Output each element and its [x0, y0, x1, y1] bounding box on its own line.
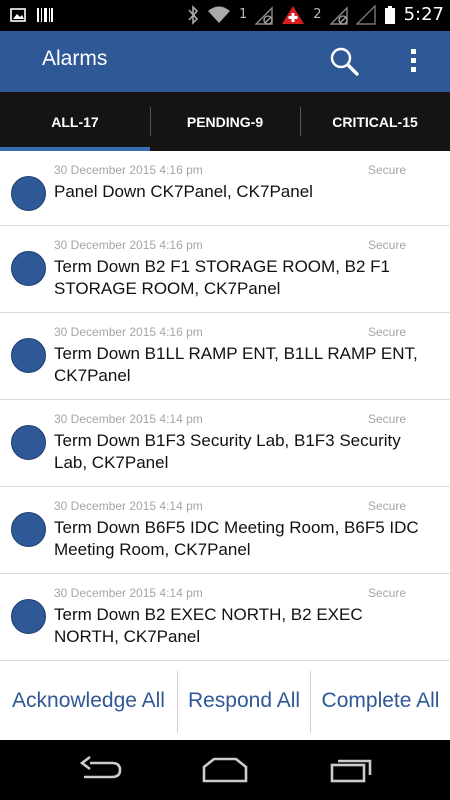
- respond-all-label: Respond All: [187, 689, 301, 712]
- alarm-status-dot: [11, 176, 46, 211]
- alarm-row[interactable]: 30 December 2015 4:14 pm Secure Term Dow…: [0, 574, 450, 661]
- swiss-flag-icon: [282, 5, 305, 24]
- tab-pending-label: PENDING-9: [186, 113, 264, 130]
- complete-all-label: Complete All: [321, 689, 440, 712]
- alarm-status-dot: [11, 512, 46, 547]
- app-bar: Alarms: [0, 31, 450, 92]
- status-bar: 1 2 5:27: [0, 0, 450, 31]
- bluetooth-icon: [188, 4, 199, 25]
- alarm-status: Secure: [367, 499, 406, 513]
- acknowledge-all-label: Acknowledge All: [12, 689, 165, 712]
- status-time: 5:27: [403, 4, 444, 25]
- alarm-status-dot: [11, 251, 46, 286]
- alarm-status: Secure: [367, 325, 406, 339]
- back-icon: [79, 755, 122, 779]
- alarm-status: Secure: [367, 238, 406, 252]
- recents-icon: [330, 759, 372, 783]
- alarm-timestamp: 30 December 2015 4:16 pm: [54, 325, 203, 339]
- overflow-menu-button[interactable]: [404, 45, 424, 77]
- home-button[interactable]: [200, 755, 250, 789]
- alarm-tabs: ALL-17 PENDING-9 CRITICAL-15: [0, 92, 450, 151]
- alarm-row[interactable]: 30 December 2015 4:16 pm Secure Term Dow…: [0, 313, 450, 400]
- battery-icon: [384, 5, 395, 24]
- alarm-status-dot: [11, 599, 46, 634]
- tab-all-label: ALL-17: [51, 113, 99, 130]
- alarm-message: Term Down B1LL RAMP ENT, B1LL RAMP ENT, …: [54, 344, 418, 385]
- alarm-status-dot: [11, 338, 46, 373]
- alarm-row[interactable]: 30 December 2015 4:16 pm Secure Panel Do…: [0, 151, 450, 226]
- tab-pending[interactable]: PENDING-9: [150, 92, 300, 151]
- alarm-row[interactable]: 30 December 2015 4:14 pm Secure Term Dow…: [0, 400, 450, 487]
- alarm-row[interactable]: 30 December 2015 4:16 pm Secure Term Dow…: [0, 226, 450, 313]
- alarm-timestamp: 30 December 2015 4:16 pm: [54, 238, 203, 252]
- tab-critical[interactable]: CRITICAL-15: [300, 92, 450, 151]
- tab-divider: [150, 107, 151, 136]
- search-button[interactable]: [328, 45, 360, 77]
- system-nav-bar: [0, 740, 450, 800]
- acknowledge-all-button[interactable]: Acknowledge All: [0, 661, 177, 741]
- tab-divider: [300, 107, 301, 136]
- overflow-menu-icon: [411, 49, 416, 72]
- alarm-status: Secure: [367, 586, 406, 600]
- page-title: Alarms: [42, 47, 108, 70]
- alarm-row[interactable]: 30 December 2015 4:14 pm Secure Term Dow…: [0, 487, 450, 574]
- sim2-number: 2: [313, 7, 322, 22]
- alarm-timestamp: 30 December 2015 4:14 pm: [54, 499, 203, 513]
- alarm-status-dot: [11, 425, 46, 460]
- alarm-message: Panel Down CK7Panel, CK7Panel: [54, 182, 313, 201]
- alarm-message: Term Down B2 F1 STORAGE ROOM, B2 F1 STOR…: [54, 257, 390, 298]
- back-button[interactable]: [76, 755, 124, 789]
- alarm-message: Term Down B2 EXEC NORTH, B2 EXEC NORTH, …: [54, 605, 363, 646]
- search-icon: [330, 47, 359, 76]
- no-signal-icon: [329, 5, 348, 25]
- alarm-timestamp: 30 December 2015 4:14 pm: [54, 412, 203, 426]
- bulk-action-bar: Acknowledge All Respond All Complete All: [0, 660, 450, 741]
- alarm-list: 30 December 2015 4:16 pm Secure Panel Do…: [0, 151, 450, 661]
- barcode-icon: [37, 8, 53, 22]
- sim1-number: 1: [239, 7, 248, 22]
- alarm-message: Term Down B1F3 Security Lab, B1F3 Securi…: [54, 431, 401, 472]
- tab-critical-label: CRITICAL-15: [332, 113, 418, 130]
- image-icon: [10, 8, 26, 22]
- alarm-timestamp: 30 December 2015 4:14 pm: [54, 586, 203, 600]
- complete-all-button[interactable]: Complete All: [311, 661, 450, 741]
- recents-button[interactable]: [328, 755, 374, 789]
- alarm-status: Secure: [367, 412, 406, 426]
- wifi-icon: [208, 6, 231, 23]
- alarm-status: Secure: [367, 163, 406, 177]
- tab-all[interactable]: ALL-17: [0, 92, 150, 151]
- alarm-timestamp: 30 December 2015 4:16 pm: [54, 163, 203, 177]
- alarm-message: Term Down B6F5 IDC Meeting Room, B6F5 ID…: [54, 518, 419, 559]
- respond-all-button[interactable]: Respond All: [178, 661, 310, 741]
- home-icon: [202, 757, 248, 783]
- signal-icon: [255, 5, 273, 25]
- empty-signal-icon: [355, 4, 376, 25]
